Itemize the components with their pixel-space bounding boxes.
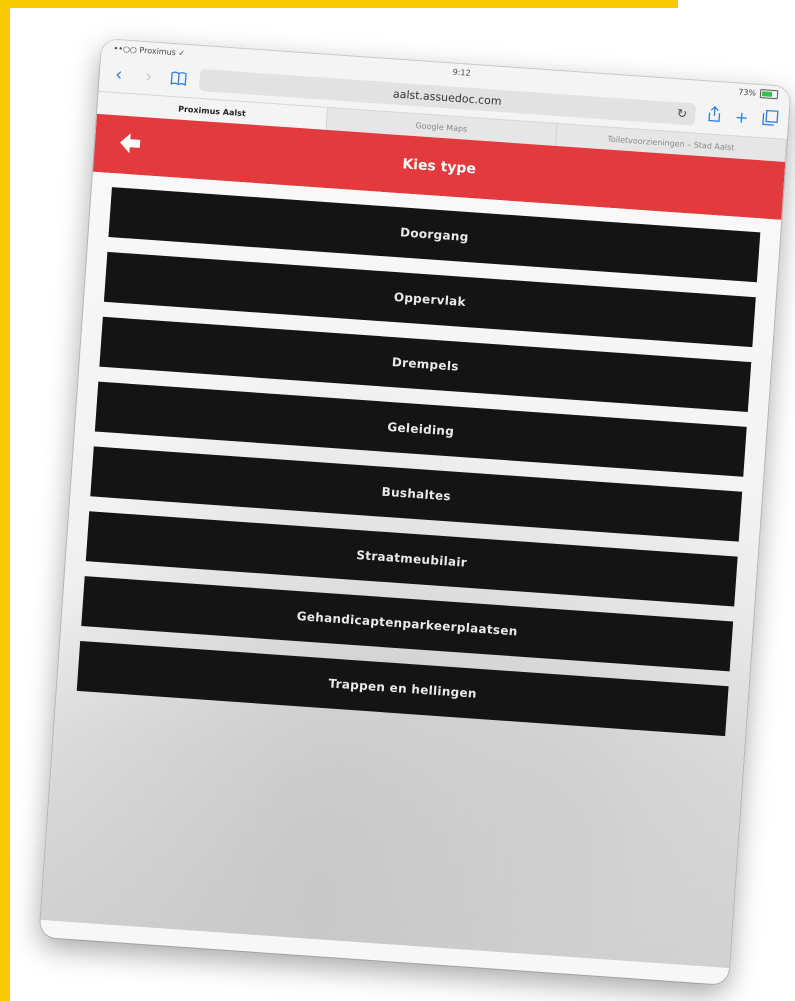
url-text: aalst.assuedoc.com (392, 86, 503, 108)
battery-percent: 73% (738, 87, 757, 98)
forward-nav-icon[interactable]: › (139, 66, 158, 87)
reload-icon[interactable]: ↻ (676, 106, 687, 121)
tabs-overview-icon[interactable] (762, 109, 779, 130)
battery-status: 73% (738, 87, 779, 99)
new-tab-icon[interactable]: + (734, 107, 749, 128)
bookmarks-icon[interactable] (169, 69, 188, 88)
tablet-device: ••○○ Proximus ✓ 9:12 73% ‹ › aalst.assue… (39, 39, 791, 985)
content-area: Doorgang Oppervlak Drempels Geleiding Bu… (40, 171, 782, 969)
status-time: 9:12 (452, 67, 471, 78)
back-nav-icon[interactable]: ‹ (109, 64, 128, 85)
battery-icon (759, 88, 779, 99)
share-icon[interactable] (706, 105, 721, 126)
type-list: Doorgang Oppervlak Drempels Geleiding Bu… (57, 172, 782, 738)
page-title: Kies type (401, 156, 477, 178)
yellow-frame-left (0, 0, 10, 1001)
toolbar-actions: + (706, 105, 779, 130)
back-arrow-icon[interactable] (116, 129, 144, 157)
yellow-frame-top (0, 0, 678, 8)
carrier-label: ••○○ Proximus ✓ (113, 43, 186, 58)
